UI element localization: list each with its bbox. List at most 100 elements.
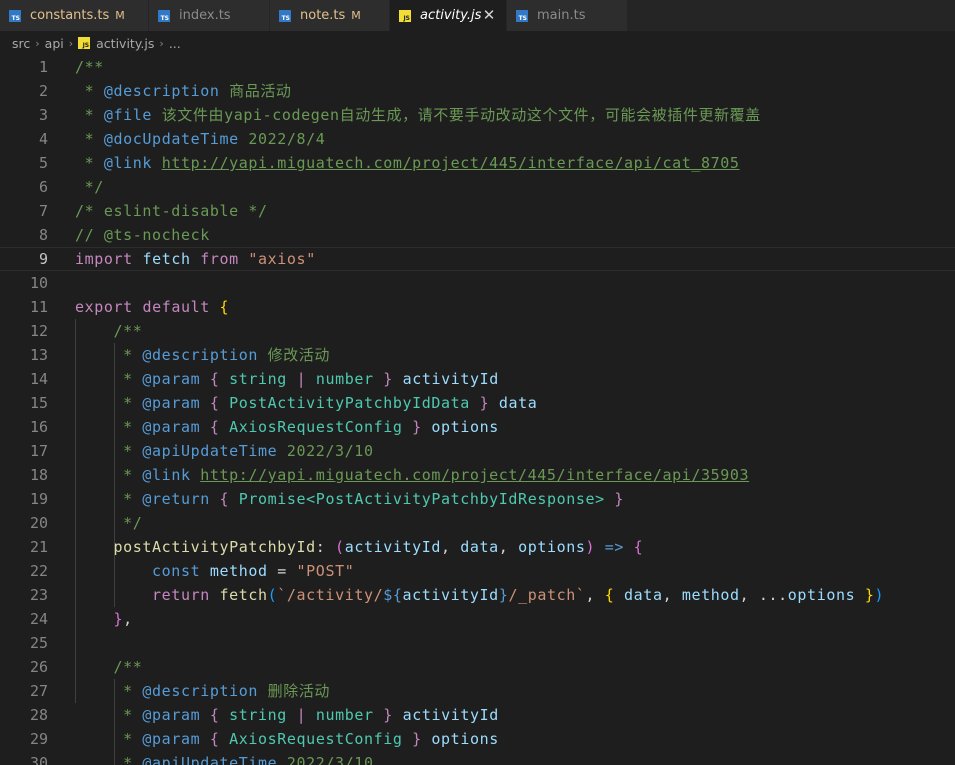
line-number: 5 (38, 154, 48, 172)
code-line[interactable]: 6 */ (0, 175, 955, 199)
code-token: } (383, 706, 393, 724)
code-token: * (123, 442, 143, 460)
breadcrumb: src › api › JS activity.js › ... (0, 31, 955, 55)
code-line[interactable]: 4 * @docUpdateTime 2022/8/4 (0, 127, 955, 151)
modified-badge: M (351, 9, 361, 22)
javascript-file-icon: JS (78, 37, 91, 49)
code-token: * (123, 466, 143, 484)
tab-label: index.ts (179, 8, 231, 23)
code-line[interactable]: 26 /** (0, 655, 955, 679)
code-line[interactable]: 17 * @apiUpdateTime 2022/3/10 (0, 439, 955, 463)
code-line[interactable]: 21 postActivityPatchbyId: (activityId, d… (0, 535, 955, 559)
code-line[interactable]: 11 export default { (0, 295, 955, 319)
code-line[interactable]: 16 * @param { AxiosRequestConfig } optio… (0, 415, 955, 439)
code-token: 商品活动 (219, 82, 292, 100)
code-token: * (75, 82, 104, 100)
code-text: * @param { AxiosRequestConfig } options (75, 415, 499, 439)
code-line[interactable]: 2 * @description 商品活动 (0, 79, 955, 103)
tab-main-ts[interactable]: TS main.ts (507, 0, 628, 31)
code-token: method (681, 586, 740, 604)
code-text: /** (75, 655, 142, 679)
code-token: { (209, 370, 220, 388)
javascript-file-icon: JS (399, 9, 411, 22)
code-token: } (614, 490, 625, 508)
code-line[interactable]: 19 * @return { Promise<PostActivityPatch… (0, 487, 955, 511)
code-token: activityId (402, 370, 499, 388)
tab-index-ts[interactable]: TS index.ts (149, 0, 270, 31)
code-line[interactable]: 12 /** (0, 319, 955, 343)
code-line[interactable]: 3 * @file 该文件由yapi-codegen自动生成，请不要手动改动这个… (0, 103, 955, 127)
code-line[interactable]: 28 * @param { string | number } activity… (0, 703, 955, 727)
breadcrumb-item-file[interactable]: activity.js (96, 36, 154, 51)
code-line[interactable]: 25 (0, 631, 955, 655)
code-editor[interactable]: 1/** 2 * @description 商品活动 3 * @file 该文件由y… (0, 55, 955, 765)
code-line[interactable]: 15 * @param { PostActivityPatchbyIdData … (0, 391, 955, 415)
code-token: data (460, 538, 499, 556)
tab-activity-js[interactable]: JS activity.js ✕ (390, 0, 507, 31)
close-tab-icon[interactable]: ✕ (482, 8, 496, 23)
code-token: * (123, 682, 143, 700)
code-line[interactable]: 24 }, (0, 607, 955, 631)
breadcrumb-item-symbols[interactable]: ... (169, 36, 181, 51)
code-text: import fetch from "axios" (75, 248, 316, 270)
code-line[interactable]: 8 // @ts-nocheck (0, 223, 955, 247)
code-token: options (518, 538, 586, 556)
code-line[interactable]: 27 * @description 删除活动 (0, 679, 955, 703)
code-line[interactable]: 9 import fetch from "axios" (0, 247, 955, 271)
code-token: @description (142, 346, 258, 364)
tab-label: note.ts (300, 8, 346, 23)
code-token: @link (103, 154, 153, 172)
code-line[interactable]: 1 /** (0, 55, 955, 79)
code-token: : (315, 538, 336, 556)
code-token: 2022/8/4 (238, 130, 326, 148)
code-line[interactable]: 22 const method = "POST" (0, 559, 955, 583)
code-line[interactable]: 20 */ (0, 511, 955, 535)
code-line[interactable]: 23 return fetch(`/activity/${activityId}… (0, 583, 955, 607)
code-line[interactable]: 18 * @link http://yapi.miguatech.com/pro… (0, 463, 955, 487)
tab-note-ts[interactable]: TS note.ts M (270, 0, 390, 31)
code-line[interactable]: 29 * @param { AxiosRequestConfig } optio… (0, 727, 955, 751)
tab-constants-ts[interactable]: TS constants.ts M (0, 0, 149, 31)
code-line[interactable]: 10 (0, 271, 955, 295)
code-token: ${ (383, 586, 403, 604)
chevron-right-icon: › (159, 36, 164, 50)
code-token: | (296, 706, 307, 724)
code-token: */ (123, 514, 143, 532)
code-token: , (441, 538, 461, 556)
code-text: export default { (75, 295, 229, 319)
breadcrumb-item-api[interactable]: api (45, 36, 64, 51)
code-line[interactable]: 14 * @param { string | number } activity… (0, 367, 955, 391)
code-token: @link (142, 466, 191, 484)
breadcrumb-item-src[interactable]: src (12, 36, 30, 51)
code-line[interactable]: 7 /* eslint-disable */ (0, 199, 955, 223)
code-line[interactable]: 5 * @link http://yapi.miguatech.com/proj… (0, 151, 955, 175)
code-text: * @param { string | number } activityId (75, 703, 499, 727)
code-line[interactable]: 30 * @apiUpdateTime 2022/3/10 (0, 751, 955, 765)
code-token: /** (75, 58, 104, 76)
code-text: * @file 该文件由yapi-codegen自动生成，请不要手动改动这个文件… (75, 103, 761, 127)
code-line[interactable]: 13 * @description 修改活动 (0, 343, 955, 367)
code-text: * @param { AxiosRequestConfig } options (75, 727, 499, 751)
code-token: @param (142, 370, 201, 388)
